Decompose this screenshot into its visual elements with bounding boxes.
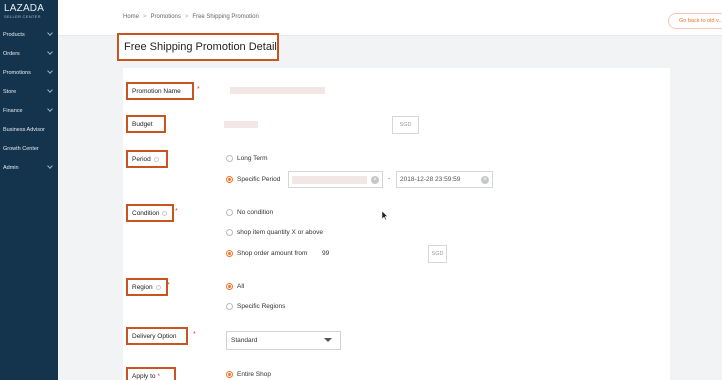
date-value — [292, 175, 367, 184]
clear-icon[interactable]: × — [371, 175, 379, 184]
sidebar-item-label: Products — [3, 32, 25, 38]
radio-label: Shop order amount from — [237, 250, 308, 257]
promotion-name-value — [230, 87, 325, 94]
period-specific-radio[interactable]: Specific Period — [226, 176, 280, 183]
apply-to-entire-shop-radio[interactable]: Entire Shop — [226, 371, 271, 378]
breadcrumb-home[interactable]: Home — [123, 14, 139, 20]
sidebar-item-admin[interactable]: Admin — [0, 162, 58, 174]
budget-label: Budget — [126, 115, 166, 133]
caret-down-icon — [324, 338, 332, 342]
promotion-form — [123, 68, 670, 380]
budget-unit: SGD — [392, 116, 419, 134]
budget-label-text: Budget — [132, 120, 153, 128]
required-marker: * — [167, 282, 170, 289]
period-label: Period — [126, 150, 168, 168]
region-all-radio[interactable]: All — [226, 283, 244, 290]
required-marker: * — [175, 208, 178, 215]
logo-text: LAZADA — [4, 3, 45, 14]
date-range-separator: - — [388, 176, 391, 183]
chevron-down-icon — [47, 30, 53, 36]
apply-to-label-text: Apply to — [132, 372, 156, 380]
breadcrumb-current: Free Shipping Promotion — [192, 14, 259, 20]
radio-icon — [226, 303, 233, 310]
breadcrumb-separator: > — [143, 14, 147, 20]
sidebar: LAZADA SELLER CENTER Products Orders Pro… — [0, 0, 58, 380]
sidebar-item-products[interactable]: Products — [0, 29, 58, 41]
sidebar-item-label: Promotions — [3, 70, 31, 76]
condition-none-radio[interactable]: No condition — [226, 209, 273, 216]
logo-subtext: SELLER CENTER — [4, 14, 41, 19]
breadcrumb-separator: > — [184, 14, 189, 20]
chevron-down-icon — [47, 163, 53, 169]
delivery-option-select[interactable]: Standard — [226, 331, 341, 350]
region-label: Region — [126, 278, 168, 296]
sidebar-item-label: Finance — [3, 108, 23, 114]
sidebar-item-store[interactable]: Store — [0, 86, 58, 98]
delivery-option-label-text: Delivery Option — [132, 332, 177, 340]
condition-quantity-radio[interactable]: shop item quantity X or above — [226, 229, 323, 236]
radio-label: shop item quantity X or above — [237, 229, 323, 236]
sidebar-item-label: Business Advisor — [3, 127, 45, 133]
help-icon[interactable] — [153, 156, 159, 162]
chevron-down-icon — [47, 87, 53, 93]
radio-label: Specific Regions — [237, 303, 286, 310]
sidebar-item-business-advisor[interactable]: Business Advisor — [0, 124, 58, 136]
sidebar-item-finance[interactable]: Finance — [0, 105, 58, 117]
mouse-cursor-icon — [382, 211, 388, 220]
breadcrumb: Home > Promotions > Free Shipping Promot… — [123, 14, 259, 20]
back-to-old-version-button[interactable]: Go back to old v... — [668, 13, 722, 29]
order-amount-unit: SGD — [428, 245, 447, 263]
order-amount-input[interactable]: 99 — [322, 250, 329, 257]
help-icon[interactable] — [162, 210, 168, 216]
radio-label: All — [237, 283, 245, 290]
promotion-name-label-text: Promotion Name — [132, 87, 181, 95]
radio-selected-icon — [226, 283, 233, 290]
sidebar-item-growth-center[interactable]: Growth Center — [0, 143, 58, 155]
sidebar-item-promotions[interactable]: Promotions — [0, 67, 58, 79]
region-label-text: Region — [132, 283, 153, 291]
apply-to-label: Apply to * — [126, 367, 176, 380]
radio-label: Entire Shop — [237, 371, 271, 378]
period-start-date-input[interactable]: × — [288, 171, 383, 188]
required-marker: * — [193, 331, 196, 338]
breadcrumb-promotions[interactable]: Promotions — [151, 14, 181, 20]
help-icon[interactable] — [155, 284, 161, 290]
radio-icon — [226, 229, 233, 236]
promotion-name-label: Promotion Name — [126, 82, 194, 100]
radio-icon — [226, 209, 233, 216]
condition-label-text: Condition — [132, 209, 160, 217]
required-marker: * — [157, 372, 161, 380]
period-long-term-radio[interactable]: Long Term — [226, 155, 268, 162]
radio-selected-icon — [226, 176, 233, 183]
condition-label: Condition — [126, 204, 174, 222]
select-value: Standard — [231, 337, 258, 344]
radio-label: No condition — [237, 209, 274, 216]
sidebar-item-label: Growth Center — [3, 146, 39, 152]
sidebar-item-label: Orders — [3, 51, 20, 57]
page-title: Free Shipping Promotion Detail — [117, 33, 279, 61]
period-end-date-input[interactable]: 2018-12-28 23:59:59 × — [396, 171, 493, 188]
chevron-down-icon — [47, 49, 53, 55]
date-value: 2018-12-28 23:59:59 — [400, 176, 461, 183]
period-label-text: Period — [132, 155, 151, 163]
condition-order-amount-radio[interactable]: Shop order amount from — [226, 250, 307, 257]
radio-selected-icon — [226, 371, 233, 378]
clear-icon[interactable]: × — [481, 175, 489, 184]
region-specific-radio[interactable]: Specific Regions — [226, 303, 285, 310]
radio-label: Long Term — [237, 155, 268, 162]
required-marker: * — [197, 86, 200, 93]
sidebar-item-orders[interactable]: Orders — [0, 48, 58, 60]
chevron-down-icon — [47, 106, 53, 112]
sidebar-item-label: Admin — [3, 165, 19, 171]
delivery-option-label: Delivery Option — [126, 327, 188, 345]
sidebar-item-label: Store — [3, 89, 17, 95]
top-bar: Home > Promotions > Free Shipping Promot… — [58, 0, 722, 36]
lazada-logo[interactable]: LAZADA SELLER CENTER — [0, 0, 58, 28]
chevron-down-icon — [47, 68, 53, 74]
radio-label: Specific Period — [237, 176, 281, 183]
budget-value — [224, 121, 258, 128]
radio-selected-icon — [226, 250, 233, 257]
radio-icon — [226, 155, 233, 162]
